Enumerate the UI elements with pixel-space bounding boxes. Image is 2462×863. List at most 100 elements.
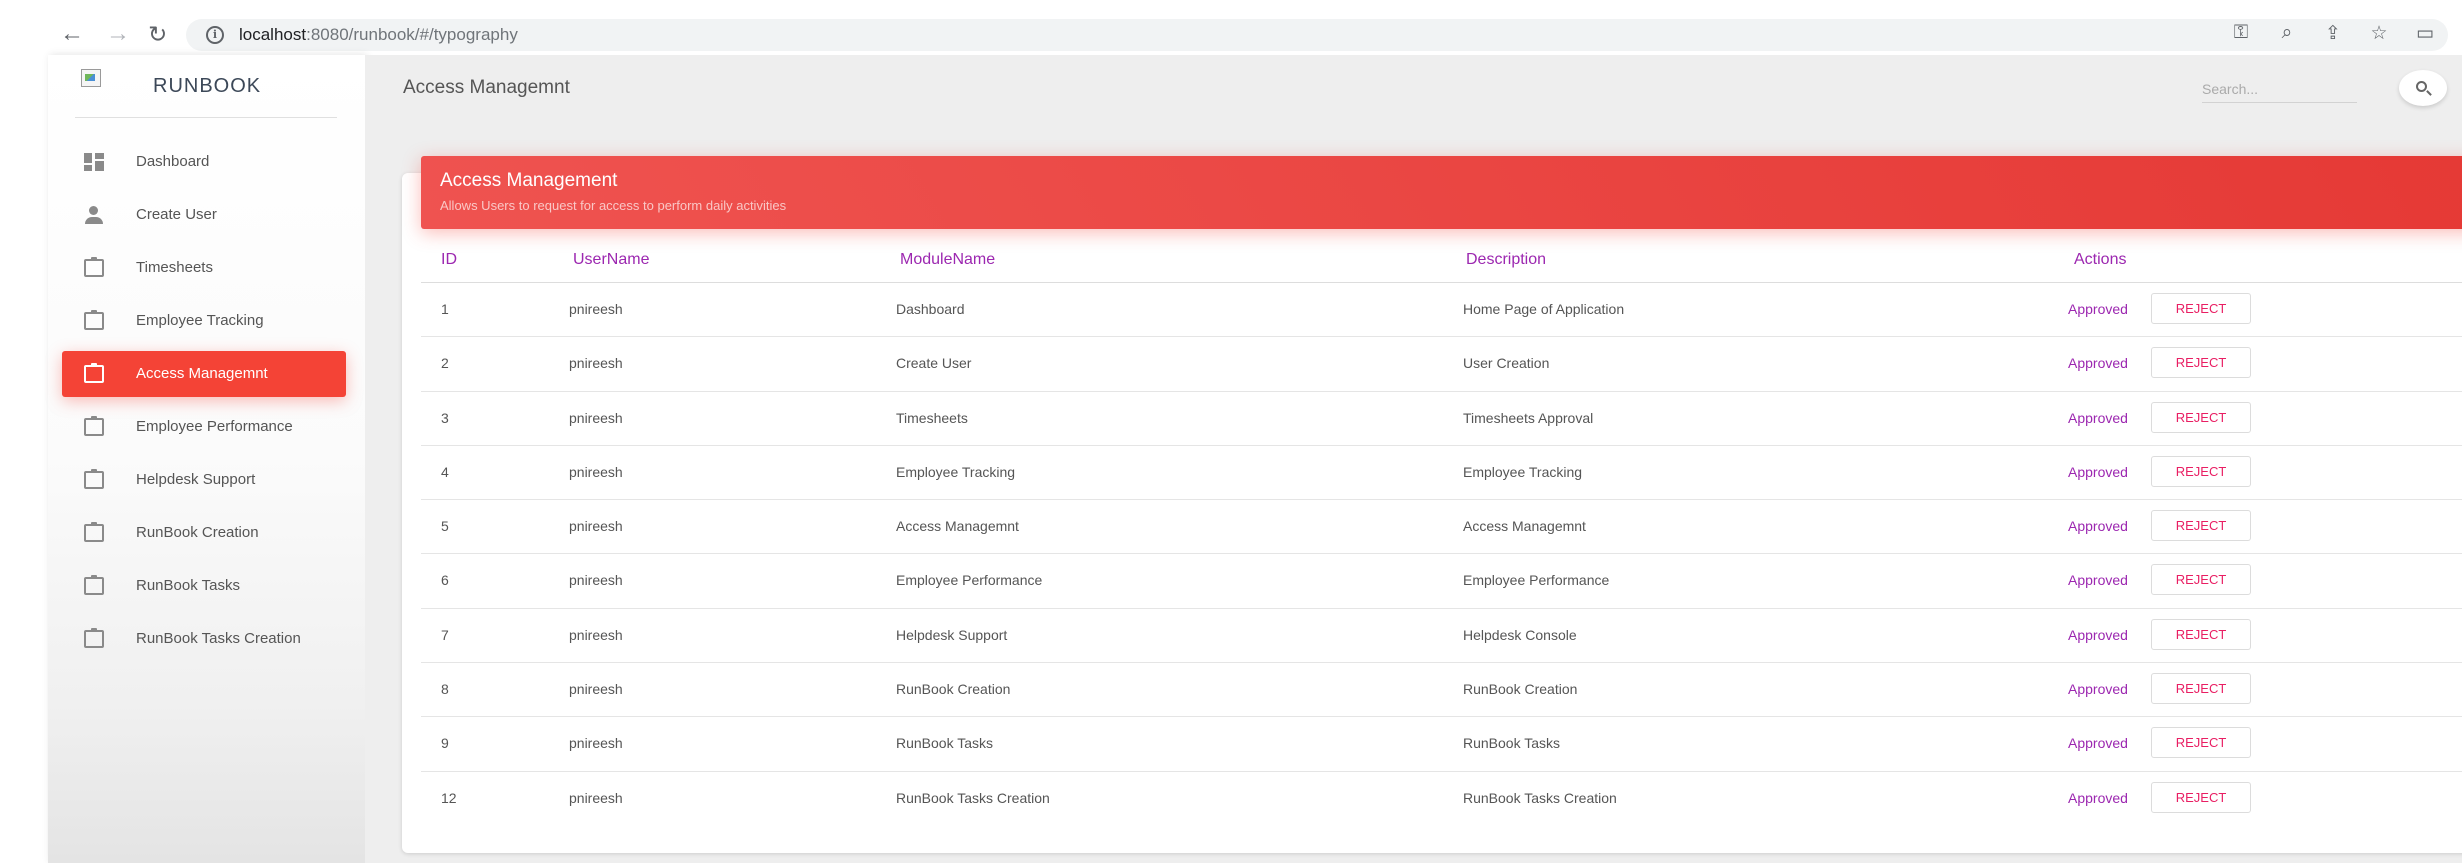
sidebar-item-helpdesk-support[interactable]: Helpdesk Support	[62, 457, 346, 503]
url-path: :8080/runbook/#/typography	[306, 25, 518, 44]
clipboard-icon	[84, 310, 104, 330]
sidebar-item-label: Dashboard	[136, 153, 210, 170]
key-icon[interactable]: ⚿	[2230, 22, 2252, 45]
cell-username: pnireesh	[569, 572, 623, 589]
table-row: 8 pnireesh RunBook Creation RunBook Creatio…	[421, 663, 2462, 718]
approved-link[interactable]: Approved	[2068, 464, 2128, 480]
cell-username: pnireesh	[569, 463, 623, 480]
cell-id: 8	[441, 681, 449, 698]
approved-link[interactable]: Approved	[2068, 572, 2128, 588]
search-input[interactable]	[2202, 75, 2357, 103]
cell-modulename: RunBook Tasks	[896, 735, 994, 752]
zoom-icon[interactable]: ⌕	[2276, 22, 2298, 45]
column-header-username: UserName	[573, 251, 650, 268]
approved-link[interactable]: Approved	[2068, 355, 2128, 371]
card-subtitle: Allows Users to request for access to pe…	[440, 198, 787, 213]
table-row: 3 pnireesh Timesheets Timesheets Approval Ap…	[421, 392, 2462, 446]
cell-username: pnireesh	[569, 789, 623, 806]
reject-button[interactable]: REJECT	[2151, 781, 2251, 813]
sidebar-item-runbook-tasks[interactable]: RunBook Tasks	[62, 563, 346, 609]
clipboard-icon	[84, 416, 104, 436]
approved-link[interactable]: Approved	[2068, 410, 2128, 426]
table-row: 4 pnireesh Employee Tracking Employee Track…	[421, 446, 2462, 501]
search-icon-handle	[2426, 90, 2432, 96]
reject-button[interactable]: REJECT	[2151, 293, 2251, 324]
sidebar-item-employee-tracking[interactable]: Employee Tracking	[62, 298, 346, 344]
sidebar-item-runbook-tasks-creation[interactable]: RunBook Tasks Creation	[62, 616, 346, 662]
cell-username: pnireesh	[569, 518, 623, 535]
sidebar-item-create-user[interactable]: Create User	[62, 192, 346, 238]
site-info-icon[interactable]: i	[206, 26, 224, 44]
url-text[interactable]: localhost:8080/runbook/#/typography	[239, 25, 518, 45]
forward-arrow-icon[interactable]: →	[106, 22, 130, 46]
clipboard-icon	[84, 575, 104, 595]
approved-link[interactable]: Approved	[2068, 627, 2128, 643]
cell-description: Employee Tracking	[1463, 463, 1583, 480]
approved-link[interactable]: Approved	[2068, 681, 2128, 697]
cell-id: 4	[441, 463, 449, 480]
sidebar-item-label: RunBook Tasks Creation	[136, 630, 301, 647]
cell-description: RunBook Creation	[1463, 681, 1578, 698]
sidebar-item-label: Access Managemnt	[136, 365, 268, 382]
cell-modulename: Helpdesk Support	[896, 626, 1008, 643]
approved-link[interactable]: Approved	[2068, 735, 2128, 751]
reject-button[interactable]: REJECT	[2151, 618, 2251, 650]
main-panel: Access Managemnt Access Management Allow…	[365, 55, 2462, 863]
sidebar-item-access-managemnt[interactable]: Access Managemnt	[62, 351, 346, 397]
approved-link[interactable]: Approved	[2068, 518, 2128, 534]
sidebar-item-runbook-creation[interactable]: RunBook Creation	[62, 510, 346, 556]
reject-button[interactable]: REJECT	[2151, 727, 2251, 759]
cell-description: Home Page of Application	[1463, 301, 1625, 317]
cell-description: Access Managemnt	[1463, 518, 1586, 535]
cell-username: pnireesh	[569, 355, 623, 372]
sidebar-item-dashboard[interactable]: Dashboard	[62, 139, 346, 185]
table-header: ID UserName ModuleName Description Actio…	[421, 243, 2462, 283]
reload-icon[interactable]: ↻	[148, 22, 167, 46]
reading-list-icon[interactable]: ▭	[2414, 22, 2436, 45]
cell-username: pnireesh	[569, 301, 623, 317]
brand-name[interactable]: RUNBOOK	[153, 75, 261, 98]
reject-button[interactable]: REJECT	[2151, 564, 2251, 596]
sidebar-menu: Dashboard Create User Timesheets Employee T…	[62, 139, 346, 669]
dashboard-icon	[84, 153, 104, 171]
cell-username: pnireesh	[569, 626, 623, 643]
column-header-modulename: ModuleName	[900, 251, 996, 268]
sidebar-item-timesheets[interactable]: Timesheets	[62, 245, 346, 291]
table-row: 6 pnireesh Employee Performance Employee Pe…	[421, 554, 2462, 609]
reject-button[interactable]: REJECT	[2151, 673, 2251, 705]
cell-modulename: Employee Tracking	[896, 463, 1016, 480]
cell-modulename: Employee Performance	[896, 572, 1043, 589]
reject-button[interactable]: REJECT	[2151, 347, 2251, 379]
back-arrow-icon[interactable]: ←	[60, 22, 84, 46]
cell-description: RunBook Tasks	[1463, 735, 1561, 752]
cell-description: RunBook Tasks Creation	[1463, 789, 1617, 806]
cell-description: User Creation	[1463, 355, 1550, 372]
cell-id: 7	[441, 626, 449, 643]
approved-link[interactable]: Approved	[2068, 790, 2128, 806]
approved-link[interactable]: Approved	[2068, 301, 2128, 317]
address-bar[interactable]: i localhost:8080/runbook/#/typography ⚿ …	[186, 19, 2448, 51]
cell-modulename: Timesheets	[896, 409, 968, 426]
cell-username: pnireesh	[569, 409, 623, 426]
reject-button[interactable]: REJECT	[2151, 455, 2251, 487]
table-row: 1 pnireesh Dashboard Home Page of Applicati…	[421, 283, 2462, 338]
bookmark-star-icon[interactable]: ☆	[2368, 22, 2390, 45]
cell-id: 6	[441, 572, 449, 589]
cell-modulename: RunBook Creation	[896, 681, 1011, 698]
cell-modulename: Access Managemnt	[896, 518, 1019, 535]
cell-modulename: Create User	[896, 355, 972, 372]
share-icon[interactable]: ⇪	[2322, 22, 2344, 45]
search-icon	[2416, 81, 2427, 92]
column-header-id: ID	[441, 251, 457, 268]
table-body: 1 pnireesh Dashboard Home Page of Applicati…	[421, 283, 2462, 826]
search-button[interactable]	[2399, 70, 2447, 106]
brand-divider	[75, 117, 337, 118]
address-bar-actions: ⚿ ⌕ ⇪ ☆ ▭	[2230, 22, 2436, 45]
sidebar-item-employee-performance[interactable]: Employee Performance	[62, 404, 346, 450]
url-host: localhost	[239, 25, 307, 44]
reject-button[interactable]: REJECT	[2151, 510, 2251, 542]
sidebar-item-label: Helpdesk Support	[136, 471, 256, 488]
reject-button[interactable]: REJECT	[2151, 401, 2251, 433]
cell-id: 5	[441, 518, 449, 535]
cell-description: Employee Performance	[1463, 572, 1610, 589]
